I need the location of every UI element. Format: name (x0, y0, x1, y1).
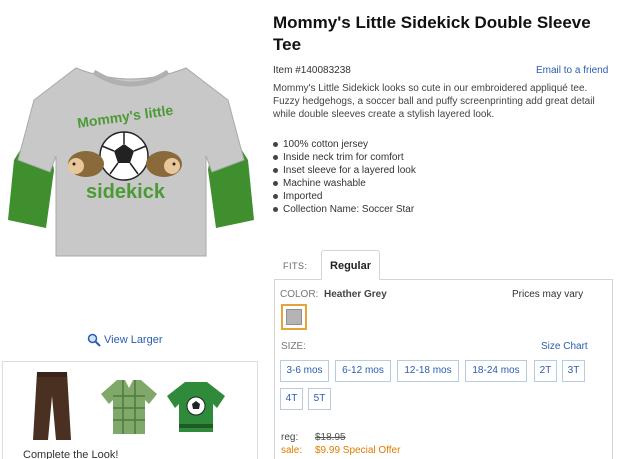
size-button-12-18-mos[interactable]: 12-18 mos (397, 360, 459, 382)
complete-the-look-box: Complete the Look! (2, 361, 258, 459)
tab-regular[interactable]: Regular (321, 250, 380, 280)
feature-item: 100% cotton jersey (273, 138, 416, 151)
feature-list: 100% cotton jersey Inside neck trim for … (273, 138, 416, 216)
size-label: SIZE: (281, 341, 307, 352)
plaid-shirt-thumbnail[interactable] (99, 376, 159, 436)
product-description: Mommy's Little Sidekick looks so cute in… (273, 83, 595, 120)
color-label: COLOR: (280, 289, 319, 300)
magnifier-icon (87, 333, 101, 347)
size-button-5t[interactable]: 5T (308, 388, 331, 410)
feature-item: Inside neck trim for comfort (273, 151, 416, 164)
email-to-friend-link[interactable]: Email to a friend (536, 65, 608, 76)
view-larger-link[interactable]: View Larger (87, 333, 163, 347)
size-button-18-24-mos[interactable]: 18-24 mos (465, 360, 527, 382)
size-button-6-12-mos[interactable]: 6-12 mos (335, 360, 391, 382)
sale-price: $9.99 Special Offer (315, 445, 401, 456)
brown-pants-thumbnail[interactable] (31, 370, 73, 442)
shirt-text-bottom: sidekick (86, 181, 166, 203)
feature-item: Machine washable (273, 177, 416, 190)
regular-price-label: reg: (281, 432, 299, 443)
feature-item: Inset sleeve for a layered look (273, 164, 416, 177)
feature-item: Imported (273, 190, 416, 203)
regular-price: $18.95 (315, 432, 346, 443)
fits-label: FITS: (283, 261, 308, 271)
product-image[interactable]: Mommy's little sidekick (6, 60, 256, 260)
size-chart-link[interactable]: Size Chart (541, 341, 588, 352)
swatch-fill (286, 309, 302, 325)
item-number: Item #140083238 (273, 65, 351, 76)
size-button-4t[interactable]: 4T (280, 388, 303, 410)
feature-item: Collection Name: Soccer Star (273, 203, 416, 216)
view-larger-label: View Larger (104, 334, 163, 346)
color-value: Heather Grey (324, 289, 387, 300)
price-note: Prices may vary (512, 289, 584, 300)
size-button-3-6-mos[interactable]: 3-6 mos (280, 360, 329, 382)
size-button-2t[interactable]: 2T (534, 360, 557, 382)
size-button-3t[interactable]: 3T (562, 360, 585, 382)
complete-the-look-caption: Complete the Look! (23, 449, 119, 459)
product-title: Mommy's Little Sidekick Double Sleeve Te… (273, 13, 591, 54)
sale-price-label: sale: (281, 445, 303, 456)
color-swatch-heather-grey[interactable] (281, 304, 307, 330)
green-sweater-thumbnail[interactable] (165, 378, 227, 434)
